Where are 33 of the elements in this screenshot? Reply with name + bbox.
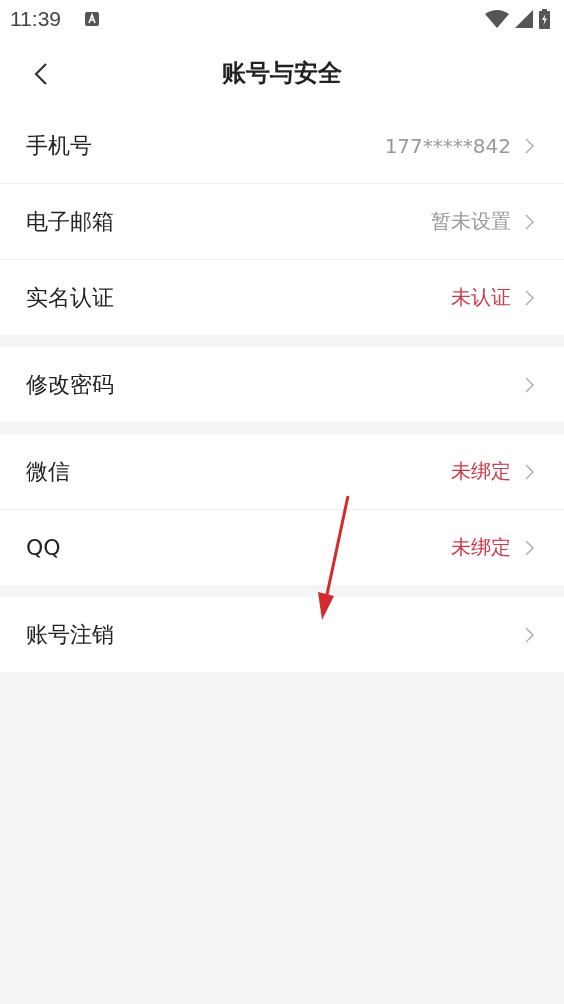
chevron-icon xyxy=(525,539,534,556)
chevron-icon xyxy=(525,289,534,306)
settings-row[interactable]: 微信 未绑定 xyxy=(0,434,564,510)
chevron-icon xyxy=(525,626,534,643)
row-label: QQ xyxy=(26,535,62,560)
row-value: 暂未设置 xyxy=(431,208,511,235)
row-value: 未绑定 xyxy=(451,534,511,561)
settings-row[interactable]: 账号注销 xyxy=(0,597,564,672)
chevron-icon xyxy=(525,463,534,480)
chevron-icon xyxy=(525,376,534,393)
row-label: 手机号 xyxy=(26,131,93,160)
row-label: 微信 xyxy=(26,457,71,486)
row-label: 实名认证 xyxy=(26,283,115,312)
row-label: 修改密码 xyxy=(26,370,115,399)
back-icon[interactable] xyxy=(34,62,48,86)
wifi-icon xyxy=(485,10,509,28)
row-value: 未认证 xyxy=(451,284,511,311)
settings-row[interactable]: 实名认证 未认证 xyxy=(0,260,564,335)
settings-row[interactable]: 修改密码 xyxy=(0,347,564,422)
row-value: 未绑定 xyxy=(451,458,511,485)
chevron-icon xyxy=(525,213,534,230)
settings-row[interactable]: QQ 未绑定 xyxy=(0,510,564,585)
battery-icon xyxy=(539,9,550,29)
row-label: 电子邮箱 xyxy=(26,207,115,236)
row-label: 账号注销 xyxy=(26,620,115,649)
settings-row[interactable]: 手机号 177*****842 xyxy=(0,108,564,184)
status-time: 11:39 xyxy=(10,7,61,31)
notification-icon xyxy=(85,12,99,26)
signal-icon xyxy=(515,10,533,28)
page-title: 账号与安全 xyxy=(222,58,342,89)
chevron-icon xyxy=(525,137,534,154)
settings-row[interactable]: 电子邮箱 暂未设置 xyxy=(0,184,564,260)
row-value: 177*****842 xyxy=(384,133,511,158)
